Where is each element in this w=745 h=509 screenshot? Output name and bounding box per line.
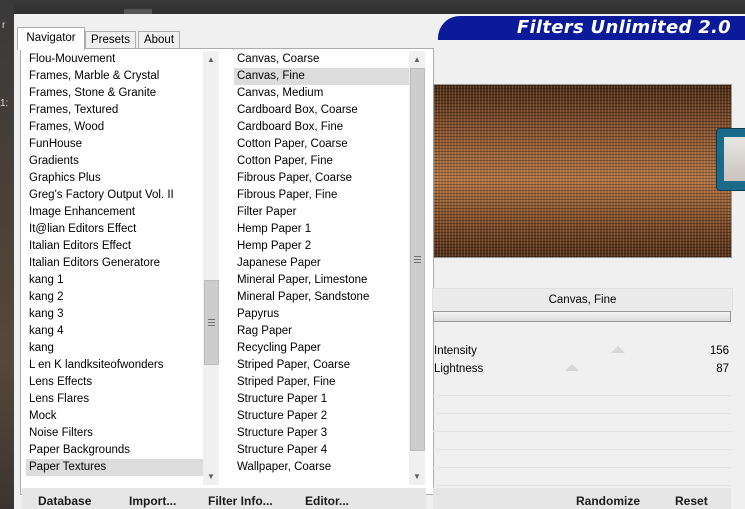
list-item[interactable]: Canvas, Fine <box>234 68 422 85</box>
category-scrollbar[interactable]: ▲ ▼ <box>203 51 219 485</box>
param-value: 87 <box>716 363 729 375</box>
widget-thumbnail <box>724 137 745 181</box>
list-item[interactable]: Striped Paper, Fine <box>234 374 424 391</box>
filter-list[interactable]: Canvas, Coarse Canvas, Fine Canvas, Medium… <box>234 51 424 485</box>
desktop-text: r <box>2 20 6 31</box>
scroll-up-arrow-icon[interactable]: ▲ <box>203 51 219 68</box>
param-label: Lightness <box>434 363 484 375</box>
list-item[interactable]: Canvas, Coarse <box>234 51 424 68</box>
title-banner: Filters Unlimited 2.0 <box>438 16 745 40</box>
import-button[interactable]: Import... <box>129 494 176 508</box>
scrollbar-thumb[interactable] <box>410 68 425 451</box>
list-item[interactable]: kang 2 <box>26 289 216 306</box>
lightness-slider-row[interactable]: Lightness 87 <box>433 361 731 378</box>
filters-unlimited-window: Filters Unlimited 2.0 Navigator Presets … <box>14 14 745 509</box>
selected-filter-name: Canvas, Fine <box>432 288 733 312</box>
scroll-down-arrow-icon[interactable]: ▼ <box>203 468 219 485</box>
list-item[interactable]: Italian Editors Generatore <box>26 255 216 272</box>
list-item[interactable]: Image Enhancement <box>26 204 216 221</box>
database-button[interactable]: Database <box>38 494 91 508</box>
list-item[interactable]: Paper Textures <box>26 459 214 476</box>
list-item[interactable]: Lens Flares <box>26 391 216 408</box>
list-item[interactable]: Japanese Paper <box>234 255 424 272</box>
list-item[interactable]: Hemp Paper 1 <box>234 221 424 238</box>
list-item[interactable]: Structure Paper 4 <box>234 442 424 459</box>
list-item[interactable]: Structure Paper 3 <box>234 425 424 442</box>
intensity-slider[interactable] <box>507 346 691 357</box>
list-item[interactable]: Recycling Paper <box>234 340 424 357</box>
scroll-up-arrow-icon[interactable]: ▲ <box>409 51 425 68</box>
filter-scrollbar[interactable]: ▲ ▼ <box>409 51 425 485</box>
reset-button[interactable]: Reset <box>675 494 708 508</box>
app-title: Filters Unlimited 2.0 <box>516 17 731 38</box>
list-item[interactable]: Mock <box>26 408 216 425</box>
slider-knob-icon[interactable] <box>565 364 579 371</box>
list-item[interactable]: Cardboard Box, Fine <box>234 119 424 136</box>
desktop-left-strip: r 1: <box>0 0 14 509</box>
list-item[interactable]: Wallpaper, Coarse <box>234 459 424 476</box>
list-item[interactable]: Frames, Marble & Crystal <box>26 68 216 85</box>
editor-button[interactable]: Editor... <box>305 494 349 508</box>
randomize-button[interactable]: Randomize <box>576 494 640 508</box>
empty-param-rows <box>433 378 731 486</box>
list-item[interactable]: FunHouse <box>26 136 216 153</box>
list-item[interactable]: Frames, Stone & Granite <box>26 85 216 102</box>
list-item[interactable]: Papyrus <box>234 306 424 323</box>
category-list[interactable]: Flou-Mouvement Frames, Marble & Crystal Fr… <box>26 51 216 485</box>
list-item[interactable]: Hemp Paper 2 <box>234 238 424 255</box>
list-item[interactable]: Striped Paper, Coarse <box>234 357 424 374</box>
tab-presets[interactable]: Presets <box>85 31 136 49</box>
list-item[interactable]: Rag Paper <box>234 323 424 340</box>
scrollbar-thumb[interactable] <box>204 280 219 365</box>
list-item[interactable]: Graphics Plus <box>26 170 216 187</box>
list-item[interactable]: Cardboard Box, Coarse <box>234 102 424 119</box>
list-item[interactable]: L en K landksiteofwonders <box>26 357 216 374</box>
list-item[interactable]: kang 1 <box>26 272 216 289</box>
grip-icon <box>208 319 215 326</box>
lightness-slider[interactable] <box>507 364 691 375</box>
list-item[interactable]: kang <box>26 340 216 357</box>
list-item[interactable]: Structure Paper 2 <box>234 408 424 425</box>
list-item[interactable]: Mineral Paper, Sandstone <box>234 289 424 306</box>
list-item[interactable]: Cotton Paper, Coarse <box>234 136 424 153</box>
list-item[interactable]: Lens Effects <box>26 374 216 391</box>
scroll-down-arrow-icon[interactable]: ▼ <box>409 468 425 485</box>
preview-image <box>433 84 732 258</box>
list-item[interactable]: Cotton Paper, Fine <box>234 153 424 170</box>
tab-about[interactable]: About <box>138 31 180 49</box>
list-item[interactable]: kang 4 <box>26 323 216 340</box>
list-item[interactable]: Frames, Textured <box>26 102 216 119</box>
list-item[interactable]: Structure Paper 1 <box>234 391 424 408</box>
list-item[interactable]: kang 3 <box>26 306 216 323</box>
filter-info-button[interactable]: Filter Info... <box>208 494 273 508</box>
progress-bar <box>433 311 731 322</box>
list-item[interactable]: Noise Filters <box>26 425 216 442</box>
desktop-text: 1: <box>0 98 9 109</box>
list-item[interactable]: Italian Editors Effect <box>26 238 216 255</box>
list-item[interactable]: Mineral Paper, Limestone <box>234 272 424 289</box>
list-item[interactable]: Frames, Wood <box>26 119 216 136</box>
list-item[interactable]: Filter Paper <box>234 204 424 221</box>
param-value: 156 <box>709 345 729 357</box>
list-item[interactable]: Canvas, Medium <box>234 85 424 102</box>
grip-icon <box>414 256 421 263</box>
list-item[interactable]: Flou-Mouvement <box>26 51 216 68</box>
tab-navigator[interactable]: Navigator <box>17 27 85 50</box>
slider-knob-icon[interactable] <box>611 346 625 353</box>
list-item[interactable]: It@lian Editors Effect <box>26 221 216 238</box>
floating-side-widget[interactable] <box>716 128 745 191</box>
list-item[interactable]: Greg's Factory Output Vol. II <box>26 187 216 204</box>
param-label: Intensity <box>434 345 477 357</box>
intensity-slider-row[interactable]: Intensity 156 <box>433 343 731 360</box>
list-item[interactable]: Gradients <box>26 153 216 170</box>
desktop-top-strip <box>0 0 745 14</box>
list-item[interactable]: Fibrous Paper, Coarse <box>234 170 424 187</box>
list-item[interactable]: Paper Backgrounds <box>26 442 216 459</box>
list-item[interactable]: Fibrous Paper, Fine <box>234 187 424 204</box>
